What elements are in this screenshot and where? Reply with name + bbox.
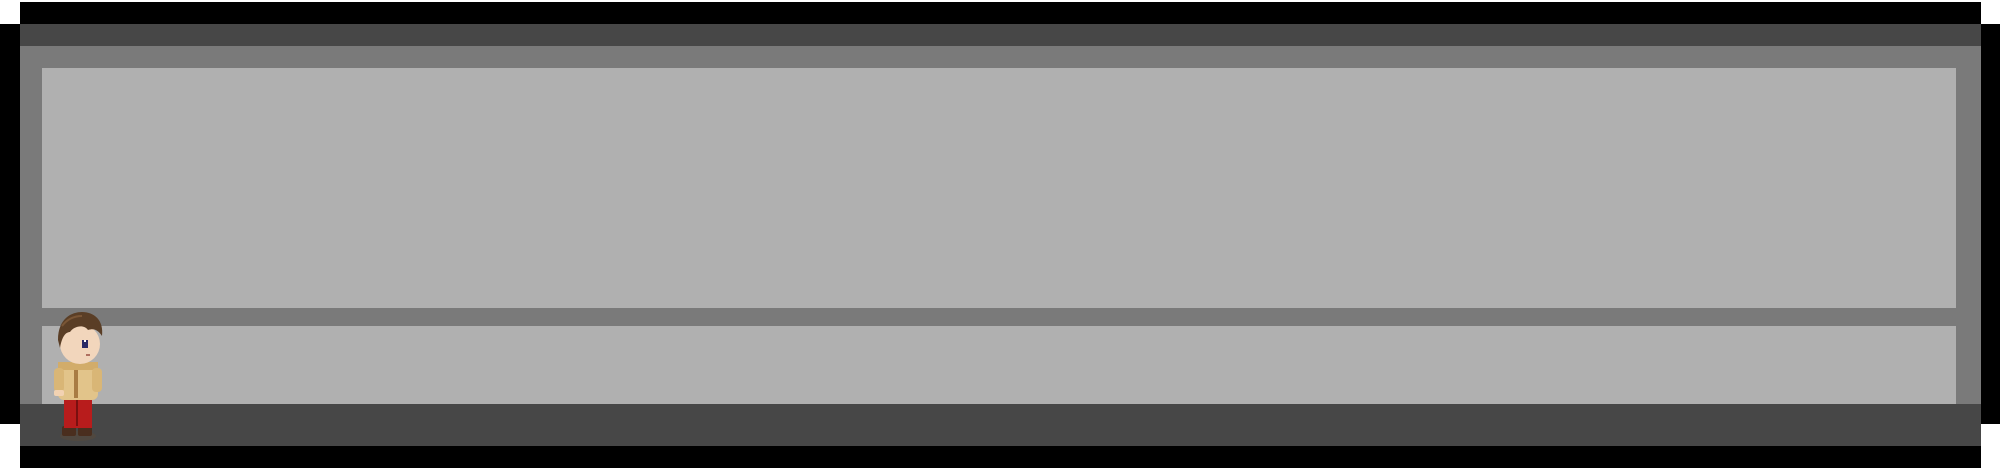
floor-area-lower[interactable] bbox=[42, 326, 1956, 404]
player-character-sprite[interactable] bbox=[44, 308, 112, 444]
floor-area-upper[interactable] bbox=[42, 68, 1956, 308]
game-scene bbox=[0, 0, 2000, 472]
